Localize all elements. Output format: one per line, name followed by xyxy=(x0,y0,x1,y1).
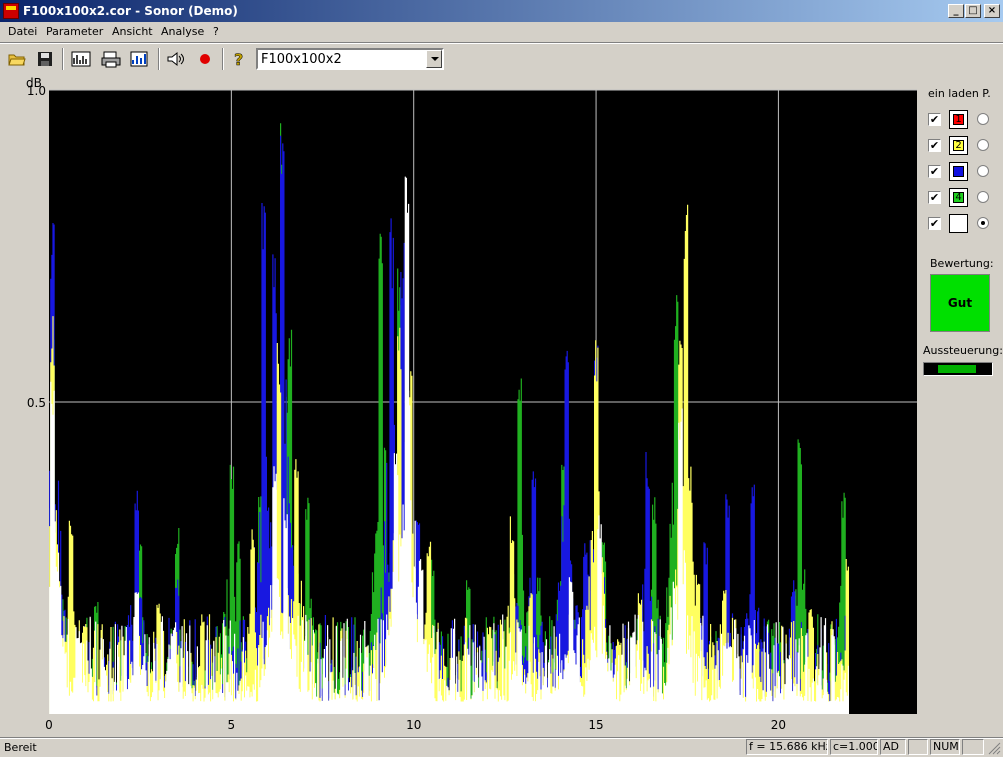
channel-row-2: ✔ 2 xyxy=(928,136,998,156)
status-blank-2 xyxy=(962,739,984,755)
channel-row-5: ✔ xyxy=(928,214,998,234)
status-c: c=1.000 xyxy=(830,739,878,755)
menu-bar: Datei Parameter Ansicht Analyse ? xyxy=(0,22,1003,42)
spectrum-icon[interactable] xyxy=(70,48,92,70)
x-tick-label: 20 xyxy=(771,718,786,732)
panel-header: ein laden P. xyxy=(928,87,991,100)
menu-help[interactable]: ? xyxy=(213,25,219,38)
y-tick-label: 0.5 xyxy=(27,396,46,410)
level-label: Aussteuerung: xyxy=(923,344,1003,357)
level-meter xyxy=(923,362,993,376)
x-tick-label: 5 xyxy=(228,718,236,732)
x-tick-label: 15 xyxy=(588,718,603,732)
channel-radio-5[interactable] xyxy=(977,217,989,229)
channel-row-4: ✔ 4 xyxy=(928,188,998,208)
channel-checkbox-2[interactable]: ✔ xyxy=(928,139,941,152)
menu-parameter[interactable]: Parameter xyxy=(46,25,103,38)
printer-icon[interactable] xyxy=(100,48,122,70)
channel-radio-1[interactable] xyxy=(977,113,989,125)
rating-indicator: Gut xyxy=(930,274,990,332)
y-axis-label: dB xyxy=(26,76,42,90)
minimize-button[interactable]: _ xyxy=(948,4,964,18)
channel-swatch-4[interactable]: 4 xyxy=(949,188,968,207)
app-icon xyxy=(3,3,19,19)
help-icon[interactable]: ? xyxy=(228,48,250,70)
channel-swatch-3[interactable]: 3 xyxy=(949,162,968,181)
maximize-button[interactable]: □ xyxy=(965,4,981,18)
menu-ansicht[interactable]: Ansicht xyxy=(112,25,153,38)
menu-datei[interactable]: Datei xyxy=(8,25,37,38)
resize-grip-icon[interactable] xyxy=(988,742,1001,755)
svg-text:?: ? xyxy=(234,50,243,68)
title-bar: F100x100x2.cor - Sonor (Demo) _ □ × xyxy=(0,0,1003,22)
channel-checkbox-3[interactable]: ✔ xyxy=(928,165,941,178)
channel-checkbox-1[interactable]: ✔ xyxy=(928,113,941,126)
channel-swatch-1[interactable]: 1 xyxy=(949,110,968,129)
status-frequency: f = 15.686 kHz xyxy=(746,739,828,755)
chevron-down-icon[interactable] xyxy=(426,50,442,68)
save-disk-icon[interactable] xyxy=(34,48,56,70)
file-select-value: F100x100x2 xyxy=(261,52,342,67)
menu-analyse[interactable]: Analyse xyxy=(161,25,204,38)
status-bar: Bereit f = 15.686 kHz c=1.000 AD NUM xyxy=(0,738,1003,757)
status-ad: AD xyxy=(880,739,906,755)
x-tick-label: 0 xyxy=(45,718,53,732)
channel-row-1: ✔ 1 xyxy=(928,110,998,130)
channel-radio-4[interactable] xyxy=(977,191,989,203)
channel-radio-2[interactable] xyxy=(977,139,989,151)
speaker-icon[interactable] xyxy=(165,48,187,70)
file-select[interactable]: F100x100x2 xyxy=(256,48,444,70)
rating-label: Bewertung: xyxy=(930,257,994,270)
channel-swatch-5[interactable] xyxy=(949,214,968,233)
record-icon[interactable] xyxy=(194,48,216,70)
window-title: F100x100x2.cor - Sonor (Demo) xyxy=(23,4,238,18)
toolbar: ? xyxy=(0,44,1003,74)
rating-value: Gut xyxy=(947,296,973,310)
channel-checkbox-5[interactable]: ✔ xyxy=(928,217,941,230)
close-button[interactable]: × xyxy=(984,4,1000,18)
x-tick-label: 10 xyxy=(406,718,421,732)
open-folder-icon[interactable] xyxy=(6,48,28,70)
status-num: NUM xyxy=(930,739,960,755)
spectrum-chart[interactable]: 051015201.00.5dBkHz xyxy=(0,76,957,736)
level-meter-fill xyxy=(938,365,976,373)
status-text: Bereit xyxy=(4,741,37,754)
status-blank-1 xyxy=(908,739,928,755)
channel-checkbox-4[interactable]: ✔ xyxy=(928,191,941,204)
channel-radio-3[interactable] xyxy=(977,165,989,177)
channel-row-3: ✔ 3 xyxy=(928,162,998,182)
channel-swatch-2[interactable]: 2 xyxy=(949,136,968,155)
spectrum-chart-svg: 051015201.00.5dBkHz xyxy=(26,76,957,732)
channel-panel: ein laden P. ✔ 1 ✔ 2 ✔ 3 ✔ 4 ✔ Bewertung… xyxy=(920,76,1003,736)
statistics-icon[interactable] xyxy=(128,48,150,70)
